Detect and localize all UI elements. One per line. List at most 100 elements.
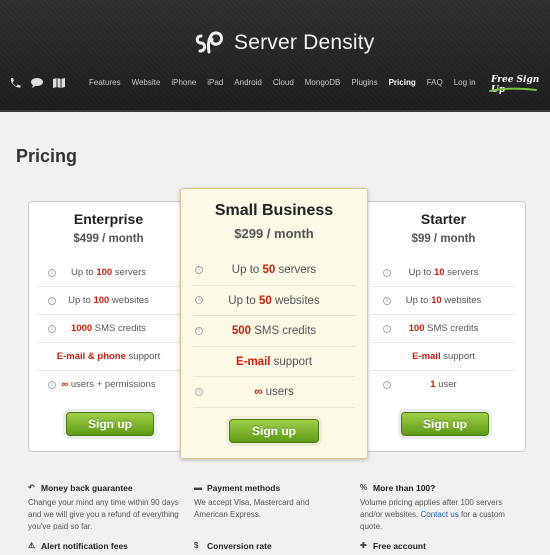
feature-item: i Up to 100 servers [36,259,181,287]
feature-highlight: 100 [96,267,113,278]
feature-highlight: 10 [433,267,445,278]
feature-text: SMS credits [424,323,479,334]
server-density-logo-icon [195,31,223,54]
feature-highlight: 100 [408,323,425,334]
plan-price: $499 / month [73,233,144,245]
plan-price: $99 / month [411,233,476,245]
feature-text: users + permissions [68,379,156,390]
nav-item-faq[interactable]: FAQ [427,78,443,87]
feature-item: i ∞ users [193,377,355,408]
feature-text: support [125,351,161,362]
feature-text: Up to [228,294,259,307]
info-icon[interactable]: i [48,296,56,305]
feature-item: E-mail & phone support [36,343,181,371]
nav-item-cloud[interactable]: Cloud [273,78,294,87]
feature-item: i 1000 SMS credits [36,315,181,343]
feature-text: users [262,386,294,398]
feature-text: Up to [405,295,432,306]
feature-text: user [435,379,457,390]
map-icon[interactable] [52,76,66,88]
logo[interactable]: Server Density [192,26,375,60]
more-text: Volume pricing applies after 100 servers… [360,497,525,533]
info-icon[interactable]: i [383,381,391,389]
feature-highlight: E-mail & phone [56,351,126,362]
nav-item-plugins[interactable]: Plugins [351,78,377,87]
feature-text: websites [441,295,482,306]
feature-item: i Up to 10 servers [371,259,516,287]
feature-text: servers [275,264,317,276]
nav-item-log-in[interactable]: Log in [454,78,476,87]
info-icon[interactable]: i [195,296,203,305]
feature-text: Up to [70,267,97,278]
nav-item-android[interactable]: Android [234,78,262,87]
nav-item-pricing[interactable]: Pricing [389,78,416,87]
feature-highlight: E-mail [235,355,271,368]
dollar-icon: $ [194,541,199,550]
free-account-title: Free account [373,541,426,551]
alert-icon: ⚠ [28,541,36,550]
info-icon[interactable]: i [48,268,56,277]
feature-item: i Up to 50 websites [193,286,355,316]
nav-icons [8,76,66,88]
info-icon[interactable]: i [195,265,203,274]
feature-text: support [440,351,475,362]
feature-text: servers [112,267,146,278]
feature-list: i Up to 50 servers i Up to 50 websites i 500 … [181,255,367,408]
feature-list: i Up to 100 servers i Up to 100 websites i 10… [36,259,181,399]
feature-item: i1 user [371,371,516,399]
conversion-title: Conversion rate [207,541,272,551]
plan-small-business: Small Business $299 / month i Up to 50 se… [180,188,368,459]
nav-item-features[interactable]: Features [89,78,121,87]
plan-price: $299 / month [234,226,314,241]
feature-text: Up to [408,267,434,278]
logo-text: Server Density [234,31,375,54]
feature-item: i Up to 100 websites [36,287,181,315]
feature-text: websites [109,295,149,306]
signup-button-enterprise[interactable]: Sign up [66,412,154,436]
info-icon[interactable]: i [383,268,391,277]
money-back-text: Change your mind any time within 90 days… [28,498,179,531]
feature-text: websites [271,294,320,307]
feature-text: support [270,355,313,368]
money-back-title: Money back guarantee [41,483,133,493]
page-title: Pricing [16,146,78,166]
alert-fees-title: Alert notification fees [41,541,128,551]
phone-icon[interactable] [8,76,22,88]
nav-item-ipad[interactable]: iPad [207,78,223,87]
info-icon[interactable]: i [383,296,391,305]
feature-item: i 100 SMS credits [371,315,516,343]
free-account-section: ✚ Free account [360,540,525,555]
nav-item-iphone[interactable]: iPhone [171,78,196,87]
nav-item-website[interactable]: Website [132,78,161,87]
info-icon[interactable]: i [383,324,391,333]
chat-icon[interactable] [30,76,44,88]
feature-highlight: 1000 [71,323,93,334]
more-title: More than 100? [373,483,436,493]
feature-item: i Up to 50 servers [193,255,355,286]
signup-button-small-business[interactable]: Sign up [229,419,319,443]
signup-underline-decoration [489,87,537,92]
conversion-rate-section: $ Conversion rate [194,540,334,555]
plan-name: Starter [420,211,467,227]
signup-button-starter[interactable]: Sign up [401,412,489,436]
info-icon[interactable]: i [195,387,203,396]
feature-highlight: 500 [231,325,251,337]
feature-highlight: 50 [262,264,276,276]
money-back-section: ↶ Money back guarantee Change your mind … [28,482,188,533]
info-icon[interactable]: i [48,324,56,333]
feature-highlight: 10 [431,295,442,306]
payment-text: We accept Visa, Mastercard and American … [194,498,310,519]
feature-text: Up to [68,295,94,306]
info-icon[interactable]: i [195,326,203,335]
credit-card-icon: ▬ [194,483,202,492]
feature-text: SMS credits [92,323,146,334]
nav-item-mongodb[interactable]: MongoDB [305,78,341,87]
feature-item: E-mail support [193,347,355,377]
payment-title: Payment methods [207,483,281,493]
payment-methods-section: ▬ Payment methods We accept Visa, Master… [194,482,334,521]
feature-text: SMS credits [251,325,317,337]
feature-list: i Up to 10 servers i Up to 10 websites i 100 … [371,259,516,399]
info-icon[interactable]: i [48,381,56,389]
contact-us-link[interactable]: Contact us [420,510,458,519]
plan-name: Enterprise [73,211,144,227]
